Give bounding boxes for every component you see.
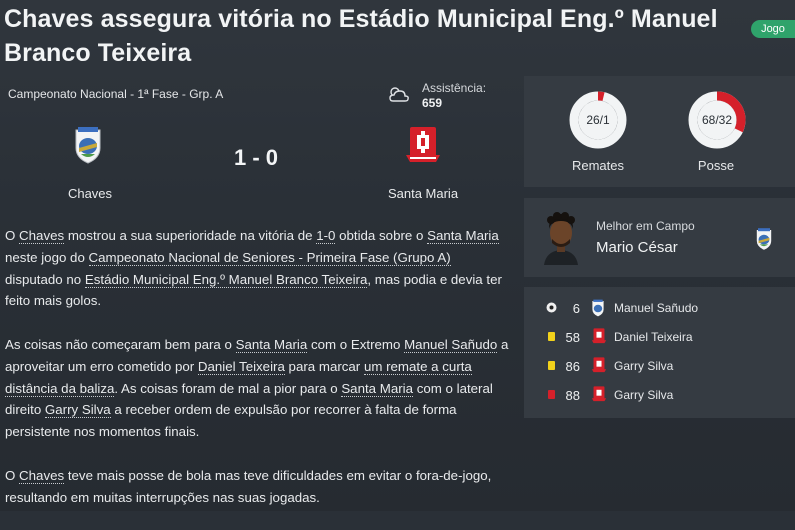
event-player[interactable]: Garry Silva	[614, 359, 673, 373]
club-link-santa-maria[interactable]: Santa Maria	[235, 336, 308, 353]
event-row[interactable]: 58 Daniel Teixeira	[524, 323, 795, 352]
headline: Chaves assegura vitória no Estádio Munic…	[4, 5, 718, 67]
report-paragraph-2: As coisas não começaram bem para o Santa…	[5, 334, 510, 443]
report-text: O	[5, 228, 20, 243]
club-link-santa-maria[interactable]: Santa Maria	[341, 380, 414, 397]
report-text: As coisas não começaram bem para o	[5, 336, 236, 352]
santa-maria-crest-icon	[591, 357, 607, 373]
goal-icon	[546, 302, 557, 313]
possession-label: Posse	[697, 158, 735, 173]
possession-donut-chart: 68/32	[688, 91, 746, 149]
report-text: mostrou a sua superioridade na vitória d…	[64, 228, 317, 243]
motm-label: Melhor em Campo	[596, 219, 695, 233]
santa-maria-crest-icon[interactable]	[404, 126, 442, 164]
event-player[interactable]: Manuel Sañudo	[614, 301, 698, 315]
shots-label: Remates	[571, 158, 625, 173]
event-minute: 6	[572, 301, 580, 316]
report-text: neste jogo do	[5, 249, 89, 265]
player-link[interactable]: Garry Silva	[44, 402, 111, 419]
motm-player-name[interactable]: Mario César	[596, 239, 678, 256]
report-text: . As coisas foram de mal a pior para o	[114, 380, 342, 396]
report-text: com o Extremo	[307, 336, 405, 352]
stadium-link[interactable]: Estádio Municipal Eng.º Manuel Branco Te…	[84, 271, 368, 288]
player-link[interactable]: Manuel Sañudo	[404, 336, 498, 353]
yellow-card-icon	[548, 361, 555, 370]
event-player[interactable]: Garry Silva	[614, 388, 673, 402]
report-text: teve mais posse de bola mas teve dificul…	[5, 467, 492, 505]
event-minute: 58	[565, 330, 580, 345]
attendance-label: Assistência:	[422, 81, 487, 95]
match-report: O Chaves mostrou a sua superioridade na …	[5, 225, 510, 530]
player-portrait[interactable]	[540, 209, 582, 265]
competition-label[interactable]: Campeonato Nacional - 1ª Fase - Grp. A	[8, 87, 223, 101]
shots-donut-chart: 26/1	[569, 91, 627, 149]
score-link[interactable]: 1-0	[316, 228, 336, 244]
competition-link[interactable]: Campeonato Nacional de Seniores - Primei…	[88, 249, 451, 266]
club-link-chaves[interactable]: Chaves	[19, 228, 65, 244]
chaves-crest-icon	[592, 299, 604, 317]
home-team-name[interactable]: Chaves	[40, 186, 140, 201]
shots-value: 26/1	[586, 113, 610, 127]
report-paragraph-3: O Chaves teve mais posse de bola mas tev…	[5, 465, 510, 509]
jogo-badge[interactable]: Jogo	[751, 20, 795, 38]
yellow-card-icon	[548, 332, 555, 341]
attendance-value: 659	[422, 96, 443, 110]
away-team-name[interactable]: Santa Maria	[373, 186, 473, 201]
player-link[interactable]: Daniel Teixeira	[197, 358, 285, 375]
event-minute: 86	[565, 359, 580, 374]
possession-value: 68/32	[702, 113, 732, 127]
report-text: disputado no	[5, 271, 85, 287]
santa-maria-crest-icon	[591, 386, 607, 402]
cloudy-weather-icon	[389, 87, 409, 102]
report-text: obtida sobre o	[335, 228, 428, 243]
red-card-icon	[548, 390, 555, 399]
chaves-crest-icon[interactable]	[73, 126, 103, 164]
event-row[interactable]: 86 Garry Silva	[524, 352, 795, 381]
event-row[interactable]: 88 Garry Silva	[524, 381, 795, 410]
santa-maria-crest-icon	[591, 328, 607, 344]
event-minute: 88	[565, 388, 580, 403]
report-text: para marcar	[284, 358, 364, 374]
chaves-crest-icon	[756, 228, 772, 250]
report-text: O	[5, 467, 20, 483]
report-paragraph-1: O Chaves mostrou a sua superioridade na …	[5, 225, 510, 312]
club-link-santa-maria[interactable]: Santa Maria	[427, 228, 499, 244]
event-player[interactable]: Daniel Teixeira	[614, 330, 693, 344]
club-link-chaves[interactable]: Chaves	[19, 467, 65, 484]
event-row[interactable]: 6 Manuel Sañudo	[524, 294, 795, 323]
score: 1 - 0	[233, 145, 279, 170]
